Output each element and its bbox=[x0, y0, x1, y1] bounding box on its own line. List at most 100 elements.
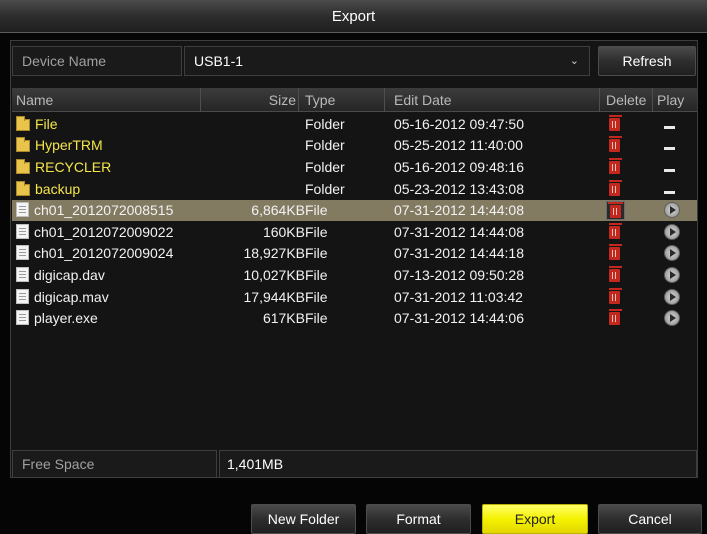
delete-icon[interactable] bbox=[609, 266, 622, 282]
file-date: 07-13-2012 09:50:28 bbox=[394, 267, 524, 283]
device-name-select[interactable]: USB1-1 ⌄ bbox=[184, 46, 590, 76]
file-name: digicap.mav bbox=[34, 289, 109, 305]
export-dialog: Export Device Name USB1-1 ⌄ Refresh Name… bbox=[0, 0, 707, 534]
delete-icon[interactable] bbox=[609, 158, 622, 174]
play-icon[interactable] bbox=[664, 245, 680, 261]
table-row[interactable]: RECYCLER Folder 05-16-2012 09:48:16 bbox=[12, 157, 697, 178]
delete-icon bbox=[608, 202, 623, 218]
table-row[interactable]: backup Folder 05-23-2012 13:43:08 bbox=[12, 179, 697, 200]
file-name: RECYCLER bbox=[35, 159, 112, 175]
delete-icon[interactable] bbox=[609, 223, 622, 239]
table-row[interactable]: digicap.mav 17,944KB File 07-31-2012 11:… bbox=[12, 287, 697, 308]
dialog-title: Export bbox=[0, 0, 707, 33]
header-type[interactable]: Type bbox=[305, 88, 385, 112]
free-space-label: Free Space bbox=[12, 450, 217, 478]
file-name: backup bbox=[35, 181, 81, 197]
table-row[interactable]: player.exe 617KB File 07-31-2012 14:44:0… bbox=[12, 308, 697, 329]
file-type: File bbox=[305, 267, 328, 283]
cancel-button[interactable]: Cancel bbox=[598, 504, 702, 534]
file-date: 07-31-2012 14:44:06 bbox=[394, 310, 524, 326]
file-size bbox=[201, 157, 305, 178]
file-name: File bbox=[35, 116, 58, 132]
table-header: Name Size Type Edit Date Delete Play bbox=[12, 88, 697, 112]
folder-icon bbox=[16, 159, 30, 174]
header-edit-date[interactable]: Edit Date bbox=[394, 88, 600, 112]
file-type: Folder bbox=[305, 116, 345, 132]
file-size bbox=[201, 179, 305, 200]
refresh-button[interactable]: Refresh bbox=[598, 46, 696, 76]
no-play-icon bbox=[664, 126, 675, 129]
folder-icon bbox=[16, 116, 30, 131]
folder-icon bbox=[16, 181, 30, 196]
file-size bbox=[201, 114, 305, 135]
play-icon[interactable] bbox=[664, 267, 680, 283]
delete-icon[interactable] bbox=[609, 288, 622, 304]
delete-icon[interactable] bbox=[609, 180, 622, 196]
file-type: File bbox=[305, 289, 328, 305]
table-row[interactable]: ch01_2012072009022 160KB File 07-31-2012… bbox=[12, 222, 697, 243]
file-size: 617KB bbox=[262, 310, 305, 326]
file-icon bbox=[16, 310, 29, 325]
play-icon[interactable] bbox=[664, 202, 680, 218]
export-button[interactable]: Export bbox=[482, 504, 588, 534]
file-date: 05-16-2012 09:47:50 bbox=[394, 116, 524, 132]
file-size bbox=[201, 135, 305, 156]
file-type: File bbox=[305, 202, 328, 218]
file-name: ch01_2012072009022 bbox=[34, 224, 174, 240]
file-size: 18,927KB bbox=[243, 245, 306, 261]
header-name[interactable]: Name bbox=[16, 88, 201, 112]
delete-icon[interactable] bbox=[609, 309, 622, 325]
play-icon[interactable] bbox=[664, 289, 680, 305]
file-size: 6,864KB bbox=[251, 202, 305, 218]
file-date: 07-31-2012 14:44:08 bbox=[394, 224, 524, 240]
file-type: File bbox=[305, 245, 328, 261]
file-type: File bbox=[305, 224, 328, 240]
delete-icon[interactable] bbox=[609, 244, 622, 260]
table-row[interactable]: digicap.dav 10,027KB File 07-13-2012 09:… bbox=[12, 265, 697, 286]
file-type: Folder bbox=[305, 159, 345, 175]
file-icon bbox=[16, 245, 29, 260]
file-name: HyperTRM bbox=[35, 137, 103, 153]
chevron-down-icon: ⌄ bbox=[569, 55, 579, 67]
header-delete: Delete bbox=[606, 88, 653, 112]
device-name-label: Device Name bbox=[12, 46, 182, 76]
delete-icon[interactable] bbox=[609, 115, 622, 131]
file-icon bbox=[16, 267, 29, 282]
no-play-icon bbox=[664, 147, 675, 150]
file-date: 07-31-2012 14:44:08 bbox=[394, 202, 524, 218]
format-button[interactable]: Format bbox=[366, 504, 471, 534]
file-size: 10,027KB bbox=[243, 267, 306, 283]
file-size: 17,944KB bbox=[243, 289, 306, 305]
file-date: 07-31-2012 11:03:42 bbox=[394, 289, 523, 305]
file-type: Folder bbox=[305, 137, 345, 153]
file-size: 160KB bbox=[262, 224, 305, 240]
play-icon[interactable] bbox=[664, 224, 680, 240]
header-play: Play bbox=[657, 92, 685, 108]
file-icon bbox=[16, 202, 29, 217]
file-icon bbox=[16, 289, 29, 304]
file-name: ch01_2012072009024 bbox=[34, 245, 174, 261]
file-date: 05-16-2012 09:48:16 bbox=[394, 159, 524, 175]
file-date: 05-25-2012 11:40:00 bbox=[394, 137, 523, 153]
file-list: File Folder 05-16-2012 09:47:50 HyperTRM… bbox=[12, 112, 697, 430]
no-play-icon bbox=[664, 169, 675, 172]
device-name-value: USB1-1 bbox=[194, 53, 244, 69]
file-date: 05-23-2012 13:43:08 bbox=[394, 181, 524, 197]
new-folder-button[interactable]: New Folder bbox=[251, 504, 356, 534]
table-row[interactable]: File Folder 05-16-2012 09:47:50 bbox=[12, 114, 697, 135]
file-name: ch01_2012072008515 bbox=[34, 202, 174, 218]
file-icon bbox=[16, 224, 29, 239]
free-space-value: 1,401MB bbox=[219, 450, 697, 478]
header-size[interactable]: Size bbox=[201, 88, 299, 112]
file-name: digicap.dav bbox=[34, 267, 105, 283]
no-play-icon bbox=[664, 191, 675, 194]
delete-button[interactable] bbox=[606, 201, 625, 220]
table-row[interactable]: HyperTRM Folder 05-25-2012 11:40:00 bbox=[12, 135, 697, 156]
file-type: File bbox=[305, 310, 328, 326]
table-row-selected[interactable]: ch01_2012072008515 6,864KB File 07-31-20… bbox=[12, 200, 697, 221]
delete-icon[interactable] bbox=[609, 136, 622, 152]
folder-icon bbox=[16, 137, 30, 152]
file-name: player.exe bbox=[34, 310, 98, 326]
play-icon[interactable] bbox=[664, 310, 680, 326]
table-row[interactable]: ch01_2012072009024 18,927KB File 07-31-2… bbox=[12, 243, 697, 264]
